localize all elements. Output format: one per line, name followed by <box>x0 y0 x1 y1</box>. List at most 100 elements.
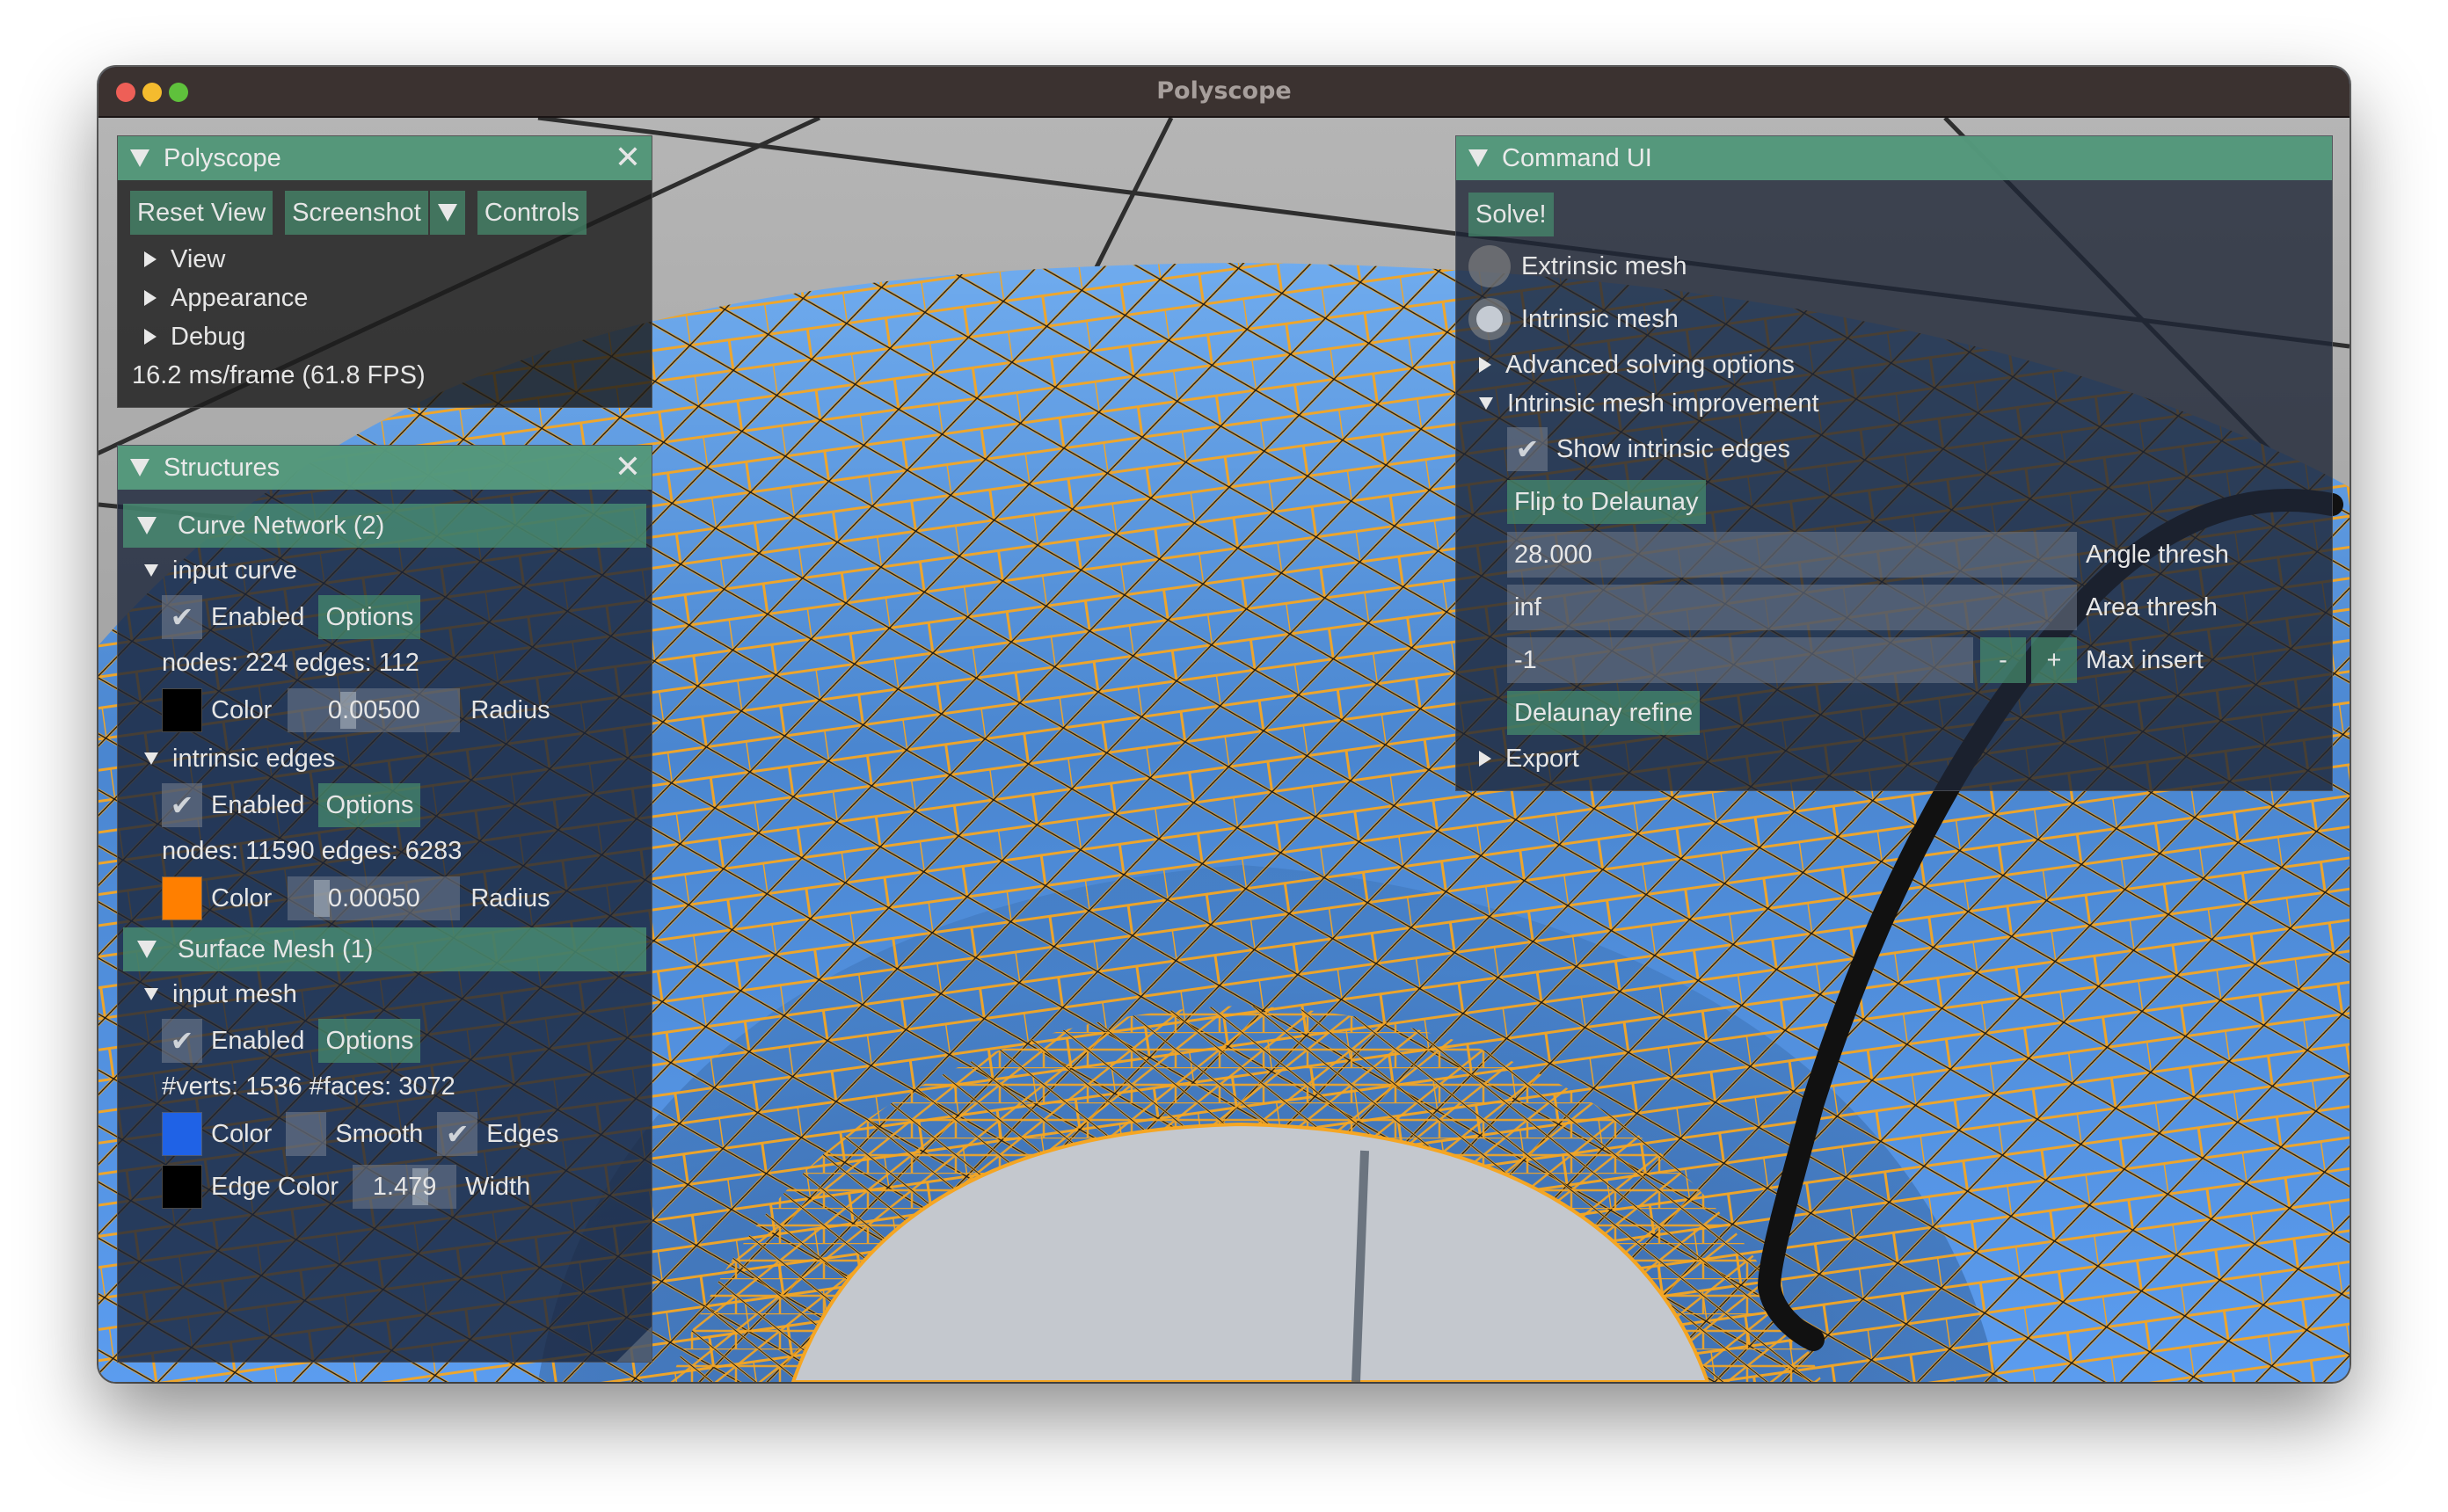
radio-label: Intrinsic mesh <box>1521 304 1679 333</box>
increment-button[interactable]: + <box>2031 637 2077 683</box>
collapse-triangle-icon <box>137 517 157 534</box>
area-thresh-input[interactable]: inf <box>1507 585 2077 630</box>
collapse-triangle-icon[interactable] <box>130 149 149 167</box>
color-swatch[interactable] <box>162 876 202 920</box>
checkmark-icon: ✔ <box>170 789 194 822</box>
command-ui-panel-header[interactable]: Command UI <box>1456 136 2332 180</box>
solve-button[interactable]: Solve! <box>1468 193 1554 236</box>
tree-item-advanced-solving[interactable]: Advanced solving options <box>1468 345 2332 384</box>
polyscope-panel-title: Polyscope <box>164 143 281 172</box>
enabled-label: Enabled <box>211 602 305 631</box>
max-insert-label: Max insert <box>2086 645 2204 674</box>
checkmark-icon: ✔ <box>170 1024 194 1058</box>
tree-label: Intrinsic mesh improvement <box>1507 389 1819 418</box>
tree-label: Debug <box>171 322 246 351</box>
intrinsic-edges-node[interactable]: intrinsic edges <box>144 736 652 781</box>
radio-label: Extrinsic mesh <box>1521 251 1687 280</box>
resize-grip[interactable] <box>616 1327 652 1362</box>
radius-slider[interactable]: 0.00050 <box>288 876 461 920</box>
enabled-checkbox[interactable]: ✔ <box>162 783 202 827</box>
curve-network-header[interactable]: Curve Network (2) <box>123 504 646 548</box>
structure-name: input curve <box>172 556 297 585</box>
radius-label: Radius <box>470 695 550 724</box>
show-intrinsic-edges-label: Show intrinsic edges <box>1556 434 1790 463</box>
enabled-label: Enabled <box>211 1026 305 1055</box>
curve-network-label: Curve Network (2) <box>178 511 385 540</box>
radio-selected-dot <box>1476 306 1503 332</box>
color-label: Color <box>211 1119 273 1148</box>
color-swatch[interactable] <box>162 1112 202 1156</box>
radius-slider[interactable]: 0.00500 <box>288 688 461 732</box>
angle-thresh-label: Angle thresh <box>2086 540 2229 569</box>
decrement-button[interactable]: - <box>1980 637 2026 683</box>
window-title: Polyscope <box>1156 77 1292 105</box>
enabled-checkbox[interactable]: ✔ <box>162 595 202 639</box>
show-intrinsic-edges-checkbox[interactable]: ✔ <box>1507 427 1548 471</box>
radius-label: Radius <box>470 883 550 912</box>
edges-checkbox[interactable]: ✔ <box>437 1112 478 1156</box>
structure-name: input mesh <box>172 979 297 1008</box>
screenshot-options-button[interactable] <box>429 191 465 235</box>
close-icon[interactable]: ✕ <box>615 451 641 484</box>
collapse-triangle-icon <box>144 564 158 577</box>
polyscope-panel-header[interactable]: Polyscope ✕ <box>118 136 652 180</box>
tree-item-debug[interactable]: Debug <box>144 317 652 356</box>
max-insert-input[interactable]: -1 <box>1507 637 1973 683</box>
structures-panel-title: Structures <box>164 453 280 482</box>
area-thresh-label: Area thresh <box>2086 592 2218 622</box>
radio-button[interactable] <box>1468 245 1511 287</box>
edge-color-swatch[interactable] <box>162 1165 202 1209</box>
edges-label: Edges <box>486 1119 559 1148</box>
controls-button[interactable]: Controls <box>477 191 586 235</box>
surface-mesh-header[interactable]: Surface Mesh (1) <box>123 927 646 971</box>
input-mesh-node[interactable]: input mesh <box>144 971 652 1017</box>
width-value: 1.479 <box>372 1172 437 1201</box>
options-button[interactable]: Options <box>318 595 421 639</box>
radio-extrinsic-mesh[interactable]: Extrinsic mesh <box>1468 240 2332 293</box>
collapse-triangle-icon <box>144 988 158 1000</box>
radio-intrinsic-mesh[interactable]: Intrinsic mesh <box>1468 293 2332 345</box>
radius-value: 0.00500 <box>327 695 420 724</box>
tree-item-export[interactable]: Export <box>1468 739 2332 778</box>
radio-button[interactable] <box>1468 298 1511 340</box>
structure-name: intrinsic edges <box>172 744 336 773</box>
command-ui-title: Command UI <box>1502 143 1652 172</box>
tree-label: Advanced solving options <box>1505 350 1795 379</box>
checkmark-icon: ✔ <box>1515 433 1540 466</box>
color-label: Color <box>211 883 273 912</box>
options-button[interactable]: Options <box>318 1019 421 1063</box>
curve-stats: nodes: 224 edges: 112 <box>162 648 419 677</box>
structures-panel-header[interactable]: Structures ✕ <box>118 446 652 490</box>
close-icon[interactable]: ✕ <box>615 142 641 175</box>
angle-thresh-input[interactable]: 28.000 <box>1507 532 2077 578</box>
expand-triangle-icon <box>1479 751 1491 767</box>
expand-triangle-icon <box>144 251 157 267</box>
smooth-checkbox[interactable] <box>286 1112 327 1156</box>
title-bar: Polyscope <box>98 67 2350 118</box>
smooth-label: Smooth <box>335 1119 424 1148</box>
dropdown-arrow-icon <box>437 204 457 222</box>
radius-value: 0.00050 <box>327 883 420 912</box>
delaunay-refine-button[interactable]: Delaunay refine <box>1507 691 1701 735</box>
screenshot-button[interactable]: Screenshot <box>285 191 428 235</box>
reset-view-button[interactable]: Reset View <box>130 191 273 235</box>
enabled-checkbox[interactable]: ✔ <box>162 1019 202 1063</box>
polyscope-window: Polyscope Polyscope ✕ Reset View Screens… <box>98 67 2350 1382</box>
tree-label: View <box>171 244 226 273</box>
tree-item-appearance[interactable]: Appearance <box>144 279 652 317</box>
input-curve-node[interactable]: input curve <box>144 548 652 593</box>
edge-width-slider[interactable]: 1.479 <box>353 1165 457 1209</box>
tree-item-view[interactable]: View <box>144 240 652 279</box>
mesh-stats: #verts: 1536 #faces: 3072 <box>162 1072 455 1101</box>
collapse-triangle-icon <box>1479 397 1493 410</box>
collapse-triangle-icon[interactable] <box>130 459 149 476</box>
collapse-triangle-icon <box>144 752 158 765</box>
color-swatch[interactable] <box>162 688 202 732</box>
tree-item-intrinsic-improvement[interactable]: Intrinsic mesh improvement <box>1468 384 2332 423</box>
flip-to-delaunay-button[interactable]: Flip to Delaunay <box>1507 480 1706 524</box>
collapse-triangle-icon[interactable] <box>1468 149 1488 167</box>
expand-triangle-icon <box>144 329 157 345</box>
options-button[interactable]: Options <box>318 783 421 827</box>
command-ui-panel: Command UI Solve! Extrinsic mesh Intrins… <box>1455 135 2333 791</box>
fps-readout: 16.2 ms/frame (61.8 FPS) <box>132 360 426 389</box>
